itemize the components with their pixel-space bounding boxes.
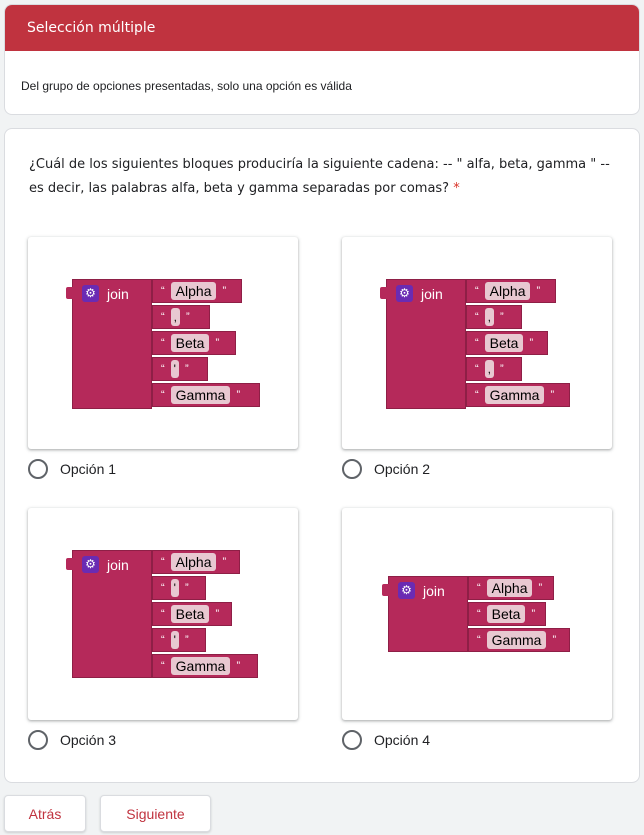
gear-icon: ⚙ <box>82 556 99 573</box>
text-block: “'” <box>152 576 206 600</box>
text-block: “Gamma” <box>152 654 258 678</box>
text-block: “Gamma” <box>466 383 570 407</box>
text-block: “,” <box>466 305 522 329</box>
text-block: “'” <box>152 357 208 381</box>
text-block: “Alpha” <box>152 279 242 303</box>
question-label: ¿Cuál de los siguientes bloques producir… <box>29 157 610 196</box>
text-block: “,” <box>152 305 210 329</box>
join-label: join <box>107 556 129 573</box>
gear-icon: ⚙ <box>82 285 99 302</box>
gear-icon: ⚙ <box>396 285 413 302</box>
option-4-label: Opción 4 <box>374 732 431 748</box>
option-1[interactable]: Opción 1 <box>28 459 116 479</box>
text-block: “,” <box>466 357 522 381</box>
radio-icon[interactable] <box>28 459 48 479</box>
option-4[interactable]: Opción 4 <box>342 730 430 750</box>
text-block: “Beta” <box>152 602 232 626</box>
question-card: ¿Cuál de los siguientes bloques producir… <box>4 128 640 783</box>
join-label: join <box>423 582 445 599</box>
option-2[interactable]: Opción 2 <box>342 459 430 479</box>
radio-icon[interactable] <box>28 730 48 750</box>
text-block: “'” <box>152 628 206 652</box>
radio-icon[interactable] <box>342 459 362 479</box>
option-1-label: Opción 1 <box>60 461 117 477</box>
option-3-image[interactable]: ⚙ join “Alpha” “'” “Beta” “'” “Gamma” <box>28 508 298 720</box>
option-2-image[interactable]: ⚙ join “Alpha” “,” “Beta” “,” “Gamma” <box>342 237 612 449</box>
option-1-image[interactable]: ⚙ join “Alpha” “,” “Beta” “'” “Gamma” <box>28 237 298 449</box>
text-block: “Beta” <box>152 331 236 355</box>
next-button[interactable]: Siguiente <box>100 795 211 832</box>
text-block: “Beta” <box>466 331 548 355</box>
join-label: join <box>107 285 129 302</box>
text-block: “Gamma” <box>152 383 260 407</box>
option-4-image[interactable]: ⚙ join “Alpha” “Beta” “Gamma” <box>342 508 612 720</box>
text-block: “Alpha” <box>468 576 554 600</box>
text-block: “Gamma” <box>468 628 570 652</box>
required-asterisk: * <box>453 181 460 196</box>
gear-icon: ⚙ <box>398 582 415 599</box>
option-3-label: Opción 3 <box>60 732 117 748</box>
option-3[interactable]: Opción 3 <box>28 730 116 750</box>
back-button[interactable]: Atrás <box>4 795 86 832</box>
text-block: “Alpha” <box>466 279 556 303</box>
section-card: Selección múltiple Del grupo de opciones… <box>4 4 640 115</box>
section-title: Selección múltiple <box>5 5 639 51</box>
option-2-label: Opción 2 <box>374 461 431 477</box>
join-label: join <box>421 285 443 302</box>
radio-icon[interactable] <box>342 730 362 750</box>
question-text: ¿Cuál de los siguientes bloques producir… <box>29 153 619 201</box>
text-block: “Alpha” <box>152 550 240 574</box>
text-block: “Beta” <box>468 602 546 626</box>
section-description: Del grupo de opciones presentadas, solo … <box>21 79 352 93</box>
